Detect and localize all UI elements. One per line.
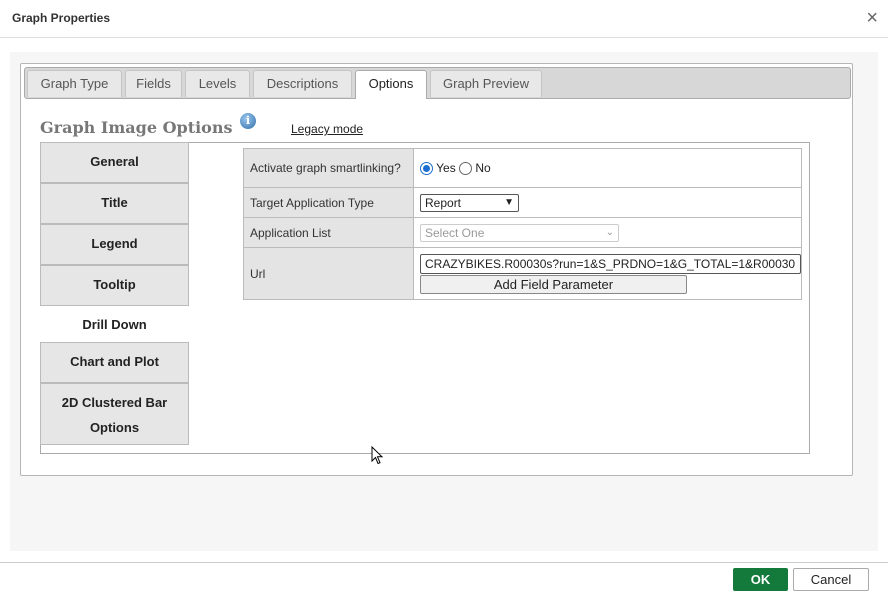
close-icon[interactable]: × <box>866 8 878 28</box>
nav-item-tooltip[interactable]: Tooltip <box>40 265 189 306</box>
tab-graph-preview[interactable]: Graph Preview <box>430 70 542 97</box>
nav-item-label-line2: Options <box>89 420 140 435</box>
drill-down-properties-table: Activate graph smartlinking? Yes No Targ… <box>243 148 802 300</box>
tab-options[interactable]: Options <box>355 70 427 99</box>
tab-fields[interactable]: Fields <box>125 70 182 97</box>
nav-item-label: Title <box>101 195 128 210</box>
smartlinking-yes-label: Yes <box>436 160 456 175</box>
add-field-parameter-button[interactable]: Add Field Parameter <box>420 274 687 294</box>
smartlinking-label: Activate graph smartlinking? <box>243 148 414 188</box>
url-input[interactable]: CRAZYBIKES.R00030s?run=1&S_PRDNO=1&G_TOT… <box>420 253 801 274</box>
tab-levels[interactable]: Levels <box>185 70 250 97</box>
info-icon[interactable]: i <box>240 113 256 129</box>
tab-descriptions[interactable]: Descriptions <box>253 70 352 97</box>
section-title: Graph Image Options <box>40 118 233 137</box>
nav-item-chart-and-plot[interactable]: Chart and Plot <box>40 342 189 383</box>
mouse-pointer-icon <box>371 446 384 465</box>
url-label: Url <box>243 247 414 300</box>
nav-item-label: Tooltip <box>93 277 136 292</box>
nav-item-label: General <box>90 154 139 169</box>
nav-item-label: Drill Down <box>82 317 147 332</box>
ok-button[interactable]: OK <box>733 568 788 591</box>
app-list-label: Application List <box>243 217 414 248</box>
dialog-titlebar: Graph Properties × <box>0 0 888 38</box>
smartlinking-yes-radio[interactable] <box>420 162 433 176</box>
nav-item-label: Legend <box>91 236 138 251</box>
chevron-down-icon: ⌄ <box>605 226 614 238</box>
app-list-select[interactable]: Select One ⌄ <box>420 223 619 242</box>
nav-item-2d-clustered-bar-options[interactable]: 2D Clustered Bar Options <box>40 383 189 445</box>
legacy-mode-link[interactable]: Legacy mode <box>291 122 363 136</box>
target-type-select[interactable]: Report ▼ <box>420 193 519 212</box>
nav-item-general[interactable]: General <box>40 142 189 183</box>
target-type-value: Report <box>425 195 462 210</box>
smartlinking-no-radio[interactable] <box>459 162 473 176</box>
target-type-label: Target Application Type <box>243 187 414 218</box>
nav-item-label-line1: 2D Clustered Bar <box>61 395 168 410</box>
nav-item-legend[interactable]: Legend <box>40 224 189 265</box>
chevron-down-icon: ▼ <box>504 196 514 208</box>
nav-item-label: Chart and Plot <box>70 354 159 369</box>
app-list-value: Select One <box>425 225 485 240</box>
dialog-title: Graph Properties <box>12 11 111 25</box>
nav-item-title[interactable]: Title <box>40 183 189 224</box>
smartlinking-value: Yes No <box>413 148 802 188</box>
tab-graph-type[interactable]: Graph Type <box>27 70 122 97</box>
smartlinking-no-label: No <box>475 160 491 175</box>
nav-item-drill-down[interactable]: Drill Down <box>40 306 189 342</box>
cancel-button[interactable]: Cancel <box>793 568 869 591</box>
